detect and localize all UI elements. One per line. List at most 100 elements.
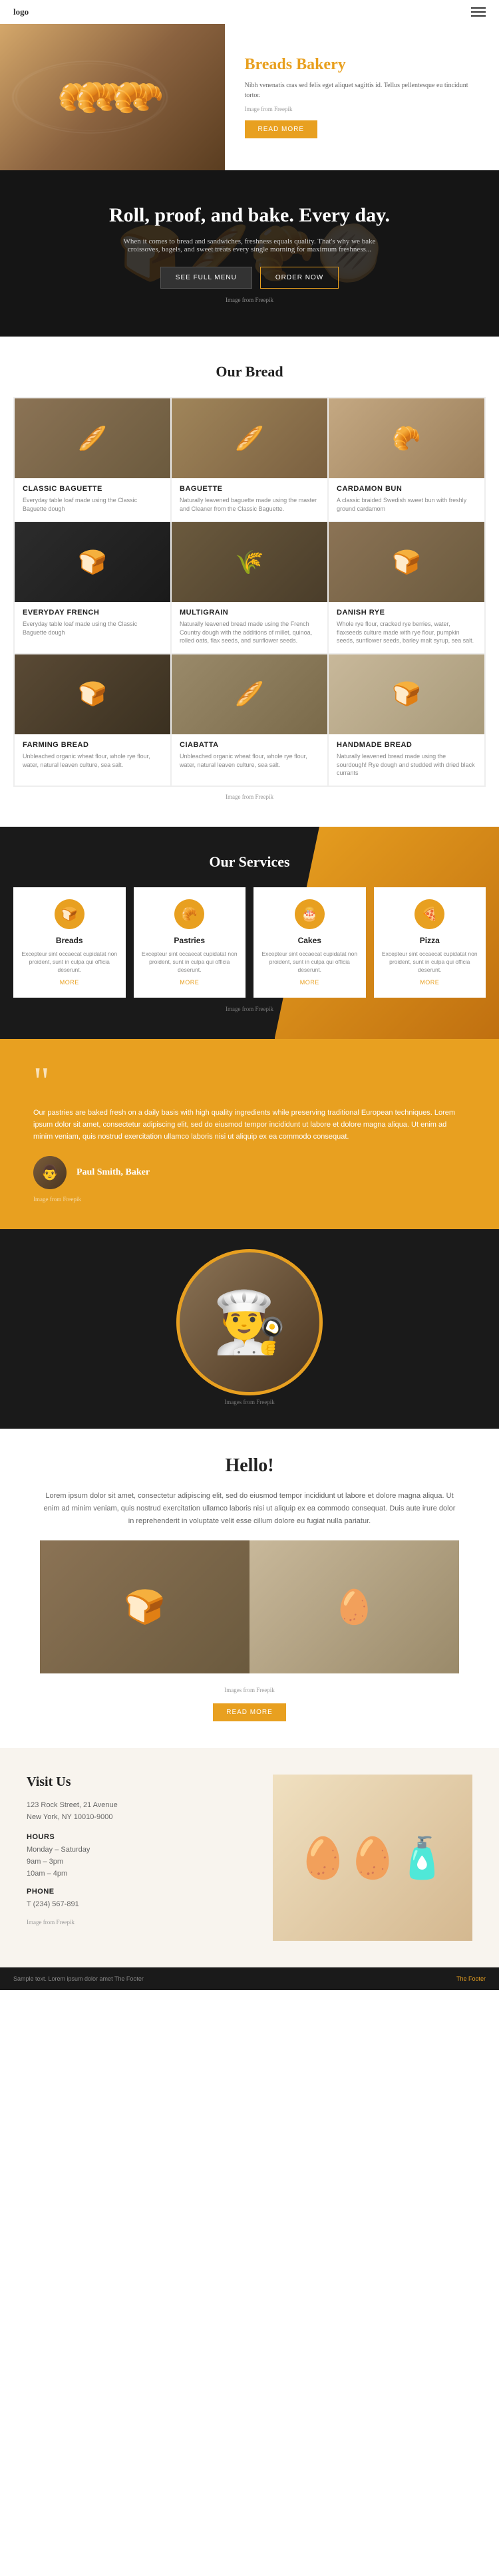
service-desc-0: Excepteur sint occaecat cupidatat non pr… [21,950,118,974]
header: logo [0,0,499,24]
service-more-1[interactable]: MORE [142,979,238,986]
bread-item-name-7: Ciabatta [180,741,319,749]
service-more-3[interactable]: MORE [382,979,478,986]
service-desc-3: Excepteur sint occaecat cupidatat non pr… [382,950,478,974]
testimonial-section: " Our pastries are baked fresh on a dail… [0,1039,499,1229]
baker-image-credit: Images from Freepik [0,1395,499,1409]
bread-item-name-8: Handmade Bread [337,741,476,749]
service-desc-1: Excepteur sint occaecat cupidatat non pr… [142,950,238,974]
services-grid: 🍞 Breads Excepteur sint occaecat cupidat… [13,887,486,998]
banner-content: Roll, proof, and bake. Every day. When i… [27,204,472,303]
bread-item-info-6: Farming Bread Unbleached organic wheat f… [15,734,170,777]
banner-image-credit: Image from Freepik [27,297,472,303]
hero-section: 🥐🥐 Breads Bakery Nibh venenatis cras sed… [0,24,499,170]
hours-label: HOURS [27,1833,253,1841]
see-full-menu-button[interactable]: SEE FULL MENU [160,267,252,289]
bread-item-image-0: 🥖 [15,398,170,478]
bread-item: 🥐 Cardamon Bun A classic braided Swedish… [328,398,485,521]
testimonial-author: 👨 Paul Smith, Baker [33,1156,466,1189]
footer: Sample text. Lorem ipsum dolor amet The … [0,1967,499,1990]
footer-link[interactable]: The Footer [456,1975,486,1982]
bread-item-info-1: Baguette Naturally leavened baguette mad… [172,478,327,521]
visit-title: Visit Us [27,1775,253,1790]
hamburger-menu[interactable] [471,7,486,17]
banner-title: Roll, proof, and bake. Every day. [27,204,472,227]
bread-item-image-6: 🍞 [15,654,170,734]
bread-grid: 🥖 Classic Baguette Everyday table loaf m… [13,397,486,787]
banner-text: When it comes to bread and sandwiches, f… [116,237,383,253]
bread-item-desc-4: Naturally leavened bread made using the … [180,620,319,645]
service-icon-2: 🎂 [295,899,325,929]
order-now-button[interactable]: ORDER NOW [260,267,339,289]
visit-image-credit: Image from Freepik [27,1919,253,1926]
service-name-3: Pizza [382,936,478,945]
about-text: Lorem ipsum dolor sit amet, consectetur … [40,1490,459,1527]
bread-item-desc-1: Naturally leavened baguette made using t… [180,496,319,513]
visit-section: Visit Us 123 Rock Street, 21 Avenue New … [0,1748,499,1967]
footer-copyright: Sample text. Lorem ipsum dolor amet The … [13,1975,144,1982]
testimonial-image-credit: Image from Freepik [33,1196,466,1203]
services-section: Our Services 🍞 Breads Excepteur sint occ… [0,827,499,1040]
our-bread-section: Our Bread 🥖 Classic Baguette Everyday ta… [0,337,499,827]
baker-image: 👨‍🍳 [176,1249,323,1395]
author-avatar: 👨 [33,1156,67,1189]
service-more-0[interactable]: MORE [21,979,118,986]
banner-buttons: SEE FULL MENU ORDER NOW [27,267,472,289]
about-image-credit: Images from Freepik [40,1687,459,1693]
banner-section: Roll, proof, and bake. Every day. When i… [0,170,499,337]
visit-side-image: 🥚🥚🧴 [273,1775,472,1941]
service-name-2: Cakes [261,936,358,945]
bread-item: 🍞 Handmade Bread Naturally leavened brea… [328,654,485,786]
bread-item-name-5: Danish Rye [337,609,476,617]
hero-content: Breads Bakery Nibh venenatis cras sed fe… [225,24,499,170]
bread-item-image-8: 🍞 [329,654,484,734]
bread-item-image-4: 🌾 [172,522,327,602]
bread-item-image-2: 🥐 [329,398,484,478]
visit-side-image-wrap: 🥚🥚🧴 [273,1775,472,1941]
visit-address: 123 Rock Street, 21 Avenue New York, NY … [27,1800,253,1823]
hours-time2: 10am – 4pm [27,1868,253,1880]
bread-item: 🥖 Baguette Naturally leavened baguette m… [171,398,328,521]
read-more-button[interactable]: READ MORE [245,120,318,138]
address-line2: New York, NY 10010-9000 [27,1812,253,1824]
bread-item-name-1: Baguette [180,485,319,493]
service-card-breads: 🍞 Breads Excepteur sint occaecat cupidat… [13,887,126,998]
about-title: Hello! [40,1455,459,1477]
bread-item-name-3: Everyday French [23,609,162,617]
visit-phone: T (234) 567-891 [27,1899,253,1911]
bread-item-desc-8: Naturally leavened bread made using the … [337,752,476,778]
hero-text: Nibh venenatis cras sed felis eget aliqu… [245,80,480,100]
about-section: Hello! Lorem ipsum dolor sit amet, conse… [0,1429,499,1748]
bread-item: 🥖 Ciabatta Unbleached organic wheat flou… [171,654,328,786]
service-name-0: Breads [21,936,118,945]
services-title: Our Services [13,853,486,871]
bread-item-image-3: 🍞 [15,522,170,602]
service-card-cakes: 🎂 Cakes Excepteur sint occaecat cupidata… [253,887,366,998]
about-image-2: 🥚 [250,1540,459,1673]
service-icon-1: 🥐 [174,899,204,929]
about-read-more-button[interactable]: READ MORE [213,1703,286,1721]
author-info: Paul Smith, Baker [77,1167,150,1178]
bread-item-desc-7: Unbleached organic wheat flour, whole ry… [180,752,319,769]
hero-image: 🥐🥐 [0,24,225,170]
service-icon-0: 🍞 [55,899,84,929]
bread-item-info-2: Cardamon Bun A classic braided Swedish s… [329,478,484,521]
bread-item-name-2: Cardamon Bun [337,485,476,493]
bread-item-desc-0: Everyday table loaf made using the Class… [23,496,162,513]
bread-item: 🍞 Everyday French Everyday table loaf ma… [14,521,171,654]
bread-item: 🥖 Classic Baguette Everyday table loaf m… [14,398,171,521]
bread-item: 🍞 Danish Rye Whole rye flour, cracked ry… [328,521,485,654]
phone-label: PHONE [27,1888,253,1896]
bread-item-desc-6: Unbleached organic wheat flour, whole ry… [23,752,162,769]
phone-number: T (234) 567-891 [27,1899,253,1911]
bread-item-info-0: Classic Baguette Everyday table loaf mad… [15,478,170,521]
bread-item-desc-2: A classic braided Swedish sweet bun with… [337,496,476,513]
bread-item-info-4: Multigrain Naturally leavened bread made… [172,602,327,653]
bread-item-info-3: Everyday French Everyday table loaf made… [15,602,170,644]
service-more-2[interactable]: MORE [261,979,358,986]
address-line1: 123 Rock Street, 21 Avenue [27,1800,253,1812]
our-bread-title: Our Bread [13,363,486,380]
bread-item-image-7: 🥖 [172,654,327,734]
hero-title: Breads Bakery [245,56,480,74]
service-desc-2: Excepteur sint occaecat cupidatat non pr… [261,950,358,974]
